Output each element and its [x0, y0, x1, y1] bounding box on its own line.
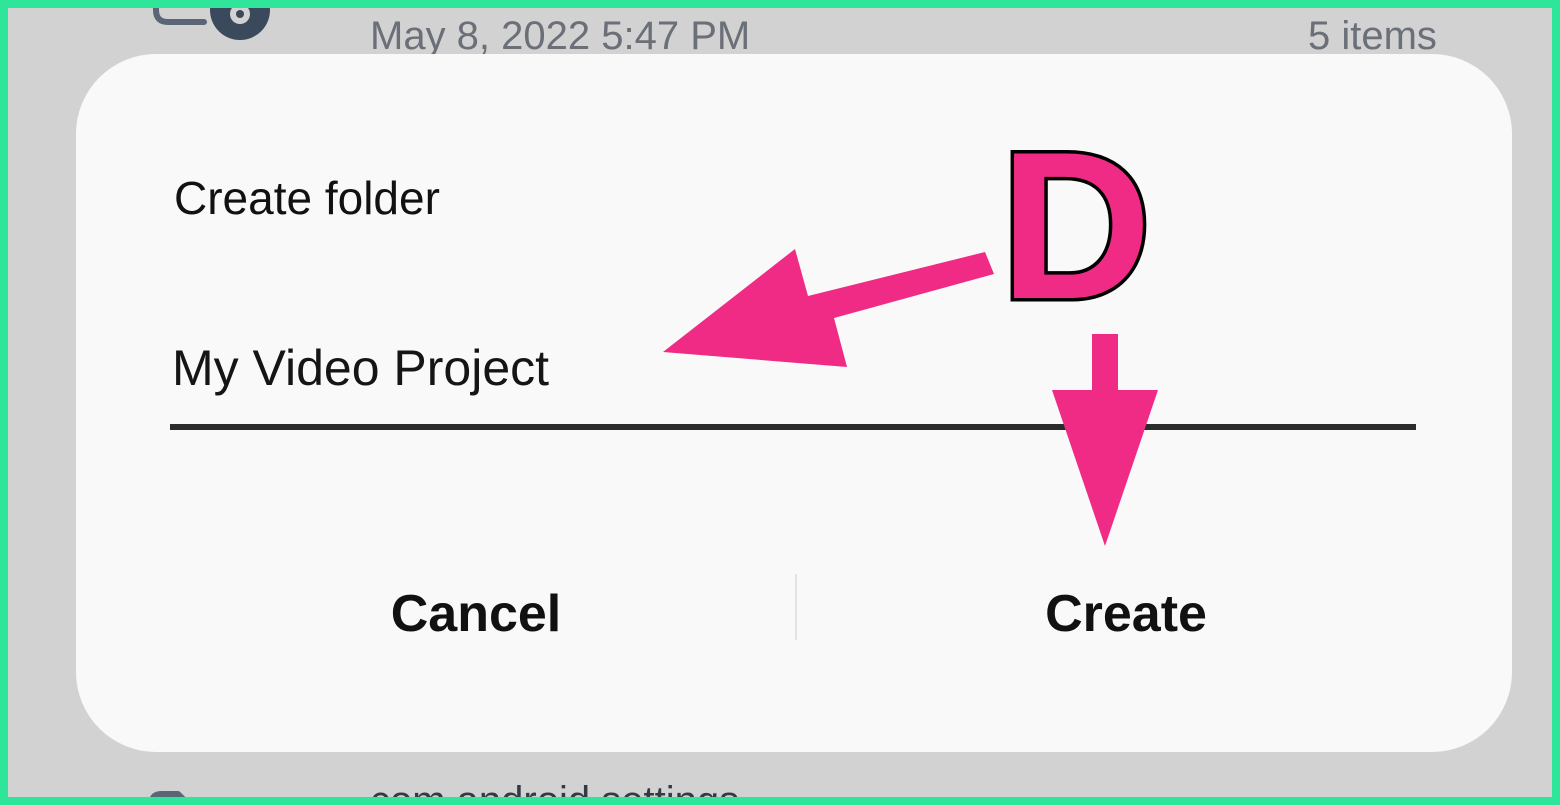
- annotation-letter: D: [1000, 108, 1152, 343]
- screenshot-frame: May 8, 2022 5:47 PM 5 items com.android.…: [0, 0, 1560, 805]
- annotation-overlay: D: [663, 105, 1158, 546]
- dimmed-background: May 8, 2022 5:47 PM 5 items com.android.…: [8, 8, 1552, 797]
- annotation-arrow-down-icon: [1052, 334, 1158, 546]
- annotation-arrow-left-icon: [663, 249, 994, 367]
